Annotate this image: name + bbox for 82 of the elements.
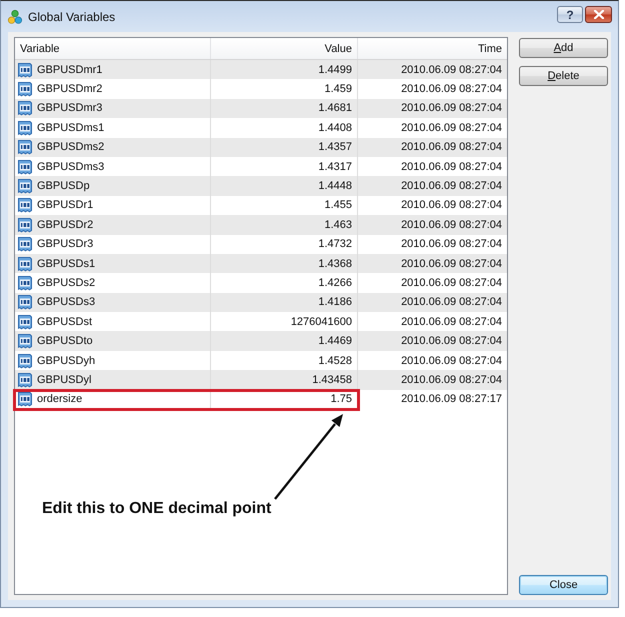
table-row[interactable]: GBPUSDst 1276041600 2010.06.09 08:27:04	[15, 312, 507, 332]
table-cell: 1.75	[211, 390, 358, 410]
table-cell: GBPUSDmr2	[37, 83, 102, 96]
table-cell: GBPUSDs1	[37, 258, 96, 270]
table-cell-text: 2010.06.09 08:27:04	[400, 198, 503, 214]
table-cell: GBPUSDms1	[37, 122, 104, 134]
table-cell: GBPUSDmr3	[37, 102, 102, 114]
table-cell: ordersize	[37, 393, 82, 406]
table-cell-text: 2010.06.09 08:27:04	[400, 314, 503, 330]
table-cell-text: 2010.06.09 08:27:04	[400, 237, 503, 252]
table-row[interactable]: GBPUSDr2 1.463 2010.06.09 08:27:04	[15, 215, 507, 235]
table-cell: GBPUSDms2	[37, 141, 104, 154]
table-cell-text: 2010.06.09 08:27:04	[400, 276, 503, 291]
table-cell-text: 2010.06.09 08:27:04	[400, 179, 503, 194]
table-row[interactable]: GBPUSDms2 1.4357 2010.06.09 08:27:04	[15, 138, 507, 157]
table-cell: GBPUSDyh	[37, 354, 96, 367]
table-cell-text: 2010.06.09 08:27:04	[400, 256, 503, 272]
dialog-button[interactable]: Close	[519, 575, 608, 595]
table-cell: GBPUSDr3	[37, 238, 94, 250]
table-row[interactable]: GBPUSDms3 1.4317 2010.06.09 08:27:04	[15, 156, 507, 176]
table-cell: GBPUSDs3	[37, 296, 96, 308]
table-cell: 1.43458	[211, 370, 358, 390]
table-cell: GBPUSDto	[37, 335, 93, 348]
table-cell: GBPUSDms3	[37, 160, 104, 173]
table-cell-text: 2010.06.09 08:27:04	[400, 334, 503, 350]
table-cell: GBPUSDyl	[37, 374, 92, 386]
table-row[interactable]: GBPUSDyl 1.43458 2010.06.09 08:27:04	[15, 370, 507, 390]
table-cell: GBPUSDst	[37, 316, 92, 328]
table-cell: GBPUSDr1	[37, 199, 94, 212]
variable-type-icon	[17, 294, 33, 310]
table-cell: GBPUSDs2	[37, 276, 96, 289]
table-cell-text: 2010.06.09 08:27:04	[400, 101, 503, 116]
table-cell: GBPUSDmr1	[37, 64, 102, 76]
variable-type-icon	[17, 391, 33, 408]
column-header[interactable]: Variable	[20, 42, 60, 54]
table-row[interactable]: GBPUSDmr3 1.4681 2010.06.09 08:27:04	[15, 98, 507, 118]
table-cell-text: 2010.06.09 08:27:04	[400, 372, 503, 388]
table-cell: GBPUSDp	[37, 180, 90, 192]
variable-type-icon	[17, 139, 33, 156]
table-row[interactable]: GBPUSDmr1 1.4499 2010.06.09 08:27:04	[15, 60, 507, 80]
variable-type-icon	[17, 236, 33, 252]
close-icon	[594, 10, 604, 19]
column-header[interactable]: Time	[478, 42, 502, 54]
table-row[interactable]: GBPUSDs1 1.4368 2010.06.09 08:27:04	[15, 254, 507, 274]
table-cell-text: 2010.06.09 08:27:04	[400, 62, 503, 78]
variable-type-icon	[17, 274, 33, 291]
variable-type-icon	[17, 197, 33, 214]
variable-type-icon	[17, 372, 33, 388]
table-cell-text: 2010.06.09 08:27:17	[400, 392, 503, 408]
table-cell-text: 2010.06.09 08:27:04	[400, 120, 503, 136]
variable-type-icon	[17, 100, 33, 116]
dialog-button[interactable]: Add	[519, 38, 608, 58]
variable-type-icon	[17, 352, 33, 369]
table-cell-text: 2010.06.09 08:27:04	[400, 140, 503, 156]
help-button[interactable]: ?	[557, 6, 583, 23]
table-cell-text: 2010.06.09 08:27:04	[400, 354, 503, 369]
table-row[interactable]: GBPUSDp 1.4448 2010.06.09 08:27:04	[15, 176, 507, 196]
variable-type-icon	[17, 81, 33, 98]
table-cell-text: 2010.06.09 08:27:04	[400, 218, 503, 233]
variable-type-icon	[17, 120, 33, 136]
variable-type-icon	[17, 178, 33, 194]
table-cell-text: 2010.06.09 08:27:04	[400, 160, 503, 175]
column-header[interactable]: Value	[324, 42, 352, 54]
table-row[interactable]: GBPUSDto 1.4469 2010.06.09 08:27:04	[15, 331, 507, 351]
table-row[interactable]: GBPUSDs3 1.4186 2010.06.09 08:27:04	[15, 292, 507, 312]
table-row[interactable]: GBPUSDyh 1.4528 2010.06.09 08:27:04	[15, 350, 507, 370]
variable-type-icon	[17, 256, 33, 272]
annotation-text: Edit this to ONE decimal point	[42, 500, 272, 518]
variable-type-icon	[17, 62, 33, 78]
table-cell-text: 2010.06.09 08:27:04	[400, 295, 503, 310]
close-button[interactable]	[585, 6, 612, 23]
table-row[interactable]: GBPUSDr3 1.4732 2010.06.09 08:27:04	[15, 234, 507, 254]
variable-type-icon	[17, 216, 33, 233]
variable-type-icon	[17, 158, 33, 175]
variable-type-icon	[17, 333, 33, 350]
variable-type-icon	[17, 314, 33, 330]
window-title: Global Variables	[28, 10, 116, 24]
circles-logo-icon	[8, 10, 22, 24]
table-cell: GBPUSDr2	[37, 218, 94, 231]
table-cell-text: 2010.06.09 08:27:04	[400, 82, 503, 98]
dialog-button[interactable]: Delete	[519, 66, 608, 86]
table-row[interactable]: GBPUSDr1 1.455 2010.06.09 08:27:04	[15, 196, 507, 216]
